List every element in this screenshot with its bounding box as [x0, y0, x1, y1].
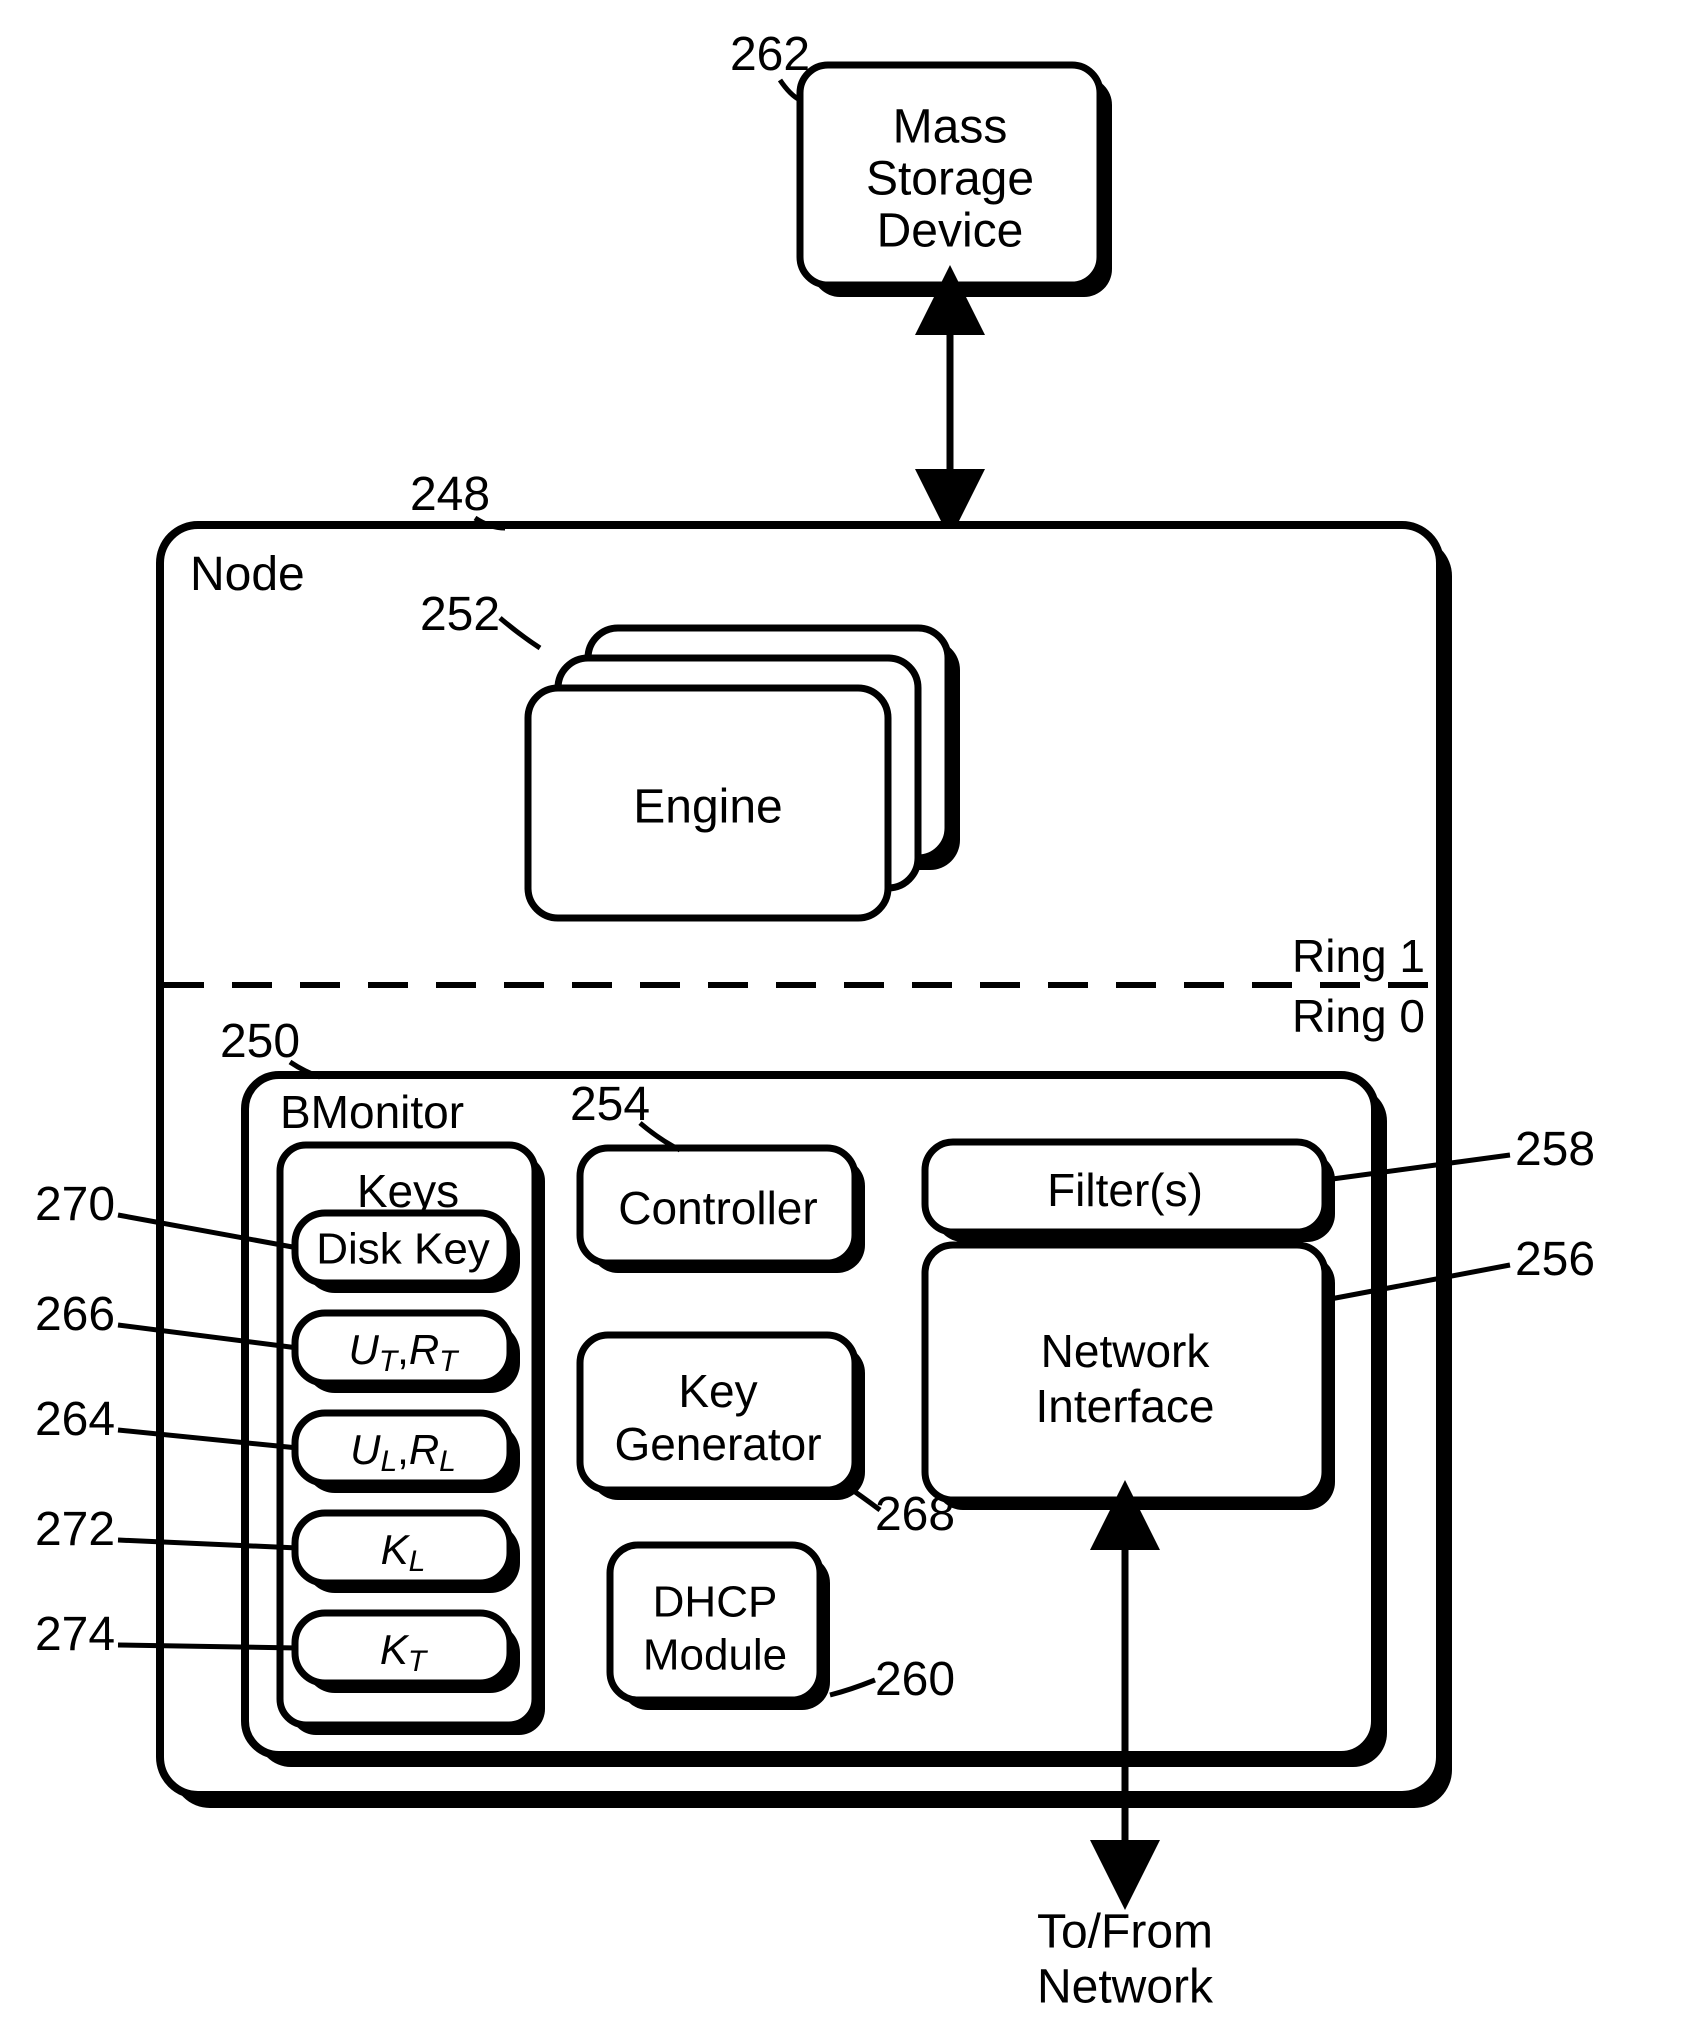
tofrom-label-1: To/From	[1037, 1906, 1213, 1959]
keygen-label-2: Generator	[614, 1418, 821, 1470]
ref-266: 266	[35, 1288, 115, 1341]
mass-storage-label-2: Storage	[866, 153, 1034, 206]
dhcp-box: DHCP Module	[610, 1545, 830, 1710]
ulrl-box: UL,RL	[295, 1413, 520, 1493]
filters-box: Filter(s)	[925, 1142, 1335, 1242]
ref-264: 264	[35, 1393, 115, 1446]
network-label-2: Interface	[1036, 1380, 1215, 1432]
controller-label: Controller	[618, 1182, 817, 1234]
ref-250: 250	[220, 1015, 300, 1068]
tofrom-label-2: Network	[1037, 1961, 1214, 2014]
bmonitor-label: BMonitor	[280, 1086, 464, 1138]
controller-box: Controller	[580, 1148, 865, 1273]
node-label: Node	[190, 548, 305, 601]
ref-256: 256	[1515, 1233, 1595, 1286]
ref-248: 248	[410, 468, 490, 521]
kl-box: KL	[295, 1513, 520, 1593]
network-box: Network Interface	[925, 1245, 1335, 1510]
engine-stack: Engine	[528, 628, 960, 918]
filters-label: Filter(s)	[1047, 1164, 1203, 1216]
keys-title: Keys	[357, 1165, 459, 1217]
dhcp-label-1: DHCP	[653, 1578, 778, 1627]
mass-storage-label-3: Device	[877, 205, 1024, 258]
disk-key-label: Disk Key	[316, 1225, 490, 1274]
ref-254: 254	[570, 1078, 650, 1131]
network-label-1: Network	[1041, 1325, 1211, 1377]
utrt-box: UT,RT	[295, 1313, 520, 1393]
ring1-label: Ring 1	[1292, 930, 1425, 982]
keygen-label-1: Key	[678, 1365, 757, 1417]
keygen-box: Key Generator	[580, 1335, 865, 1500]
ref-260: 260	[875, 1653, 955, 1706]
ref-274: 274	[35, 1608, 115, 1661]
mass-storage-label-1: Mass	[893, 101, 1008, 154]
ref-272: 272	[35, 1503, 115, 1556]
ref-262: 262	[730, 28, 810, 81]
dhcp-label-2: Module	[643, 1631, 787, 1680]
disk-key-box: Disk Key	[295, 1213, 520, 1293]
kt-box: KT	[295, 1613, 520, 1693]
mass-storage-box: Mass Storage Device	[800, 65, 1112, 297]
ref-258: 258	[1515, 1123, 1595, 1176]
ref-270: 270	[35, 1178, 115, 1231]
ring0-label: Ring 0	[1292, 990, 1425, 1042]
engine-label: Engine	[633, 781, 782, 834]
ref-252: 252	[420, 588, 500, 641]
diagram-svg: Mass Storage Device 262 Node 248 Engine …	[0, 0, 1708, 2039]
